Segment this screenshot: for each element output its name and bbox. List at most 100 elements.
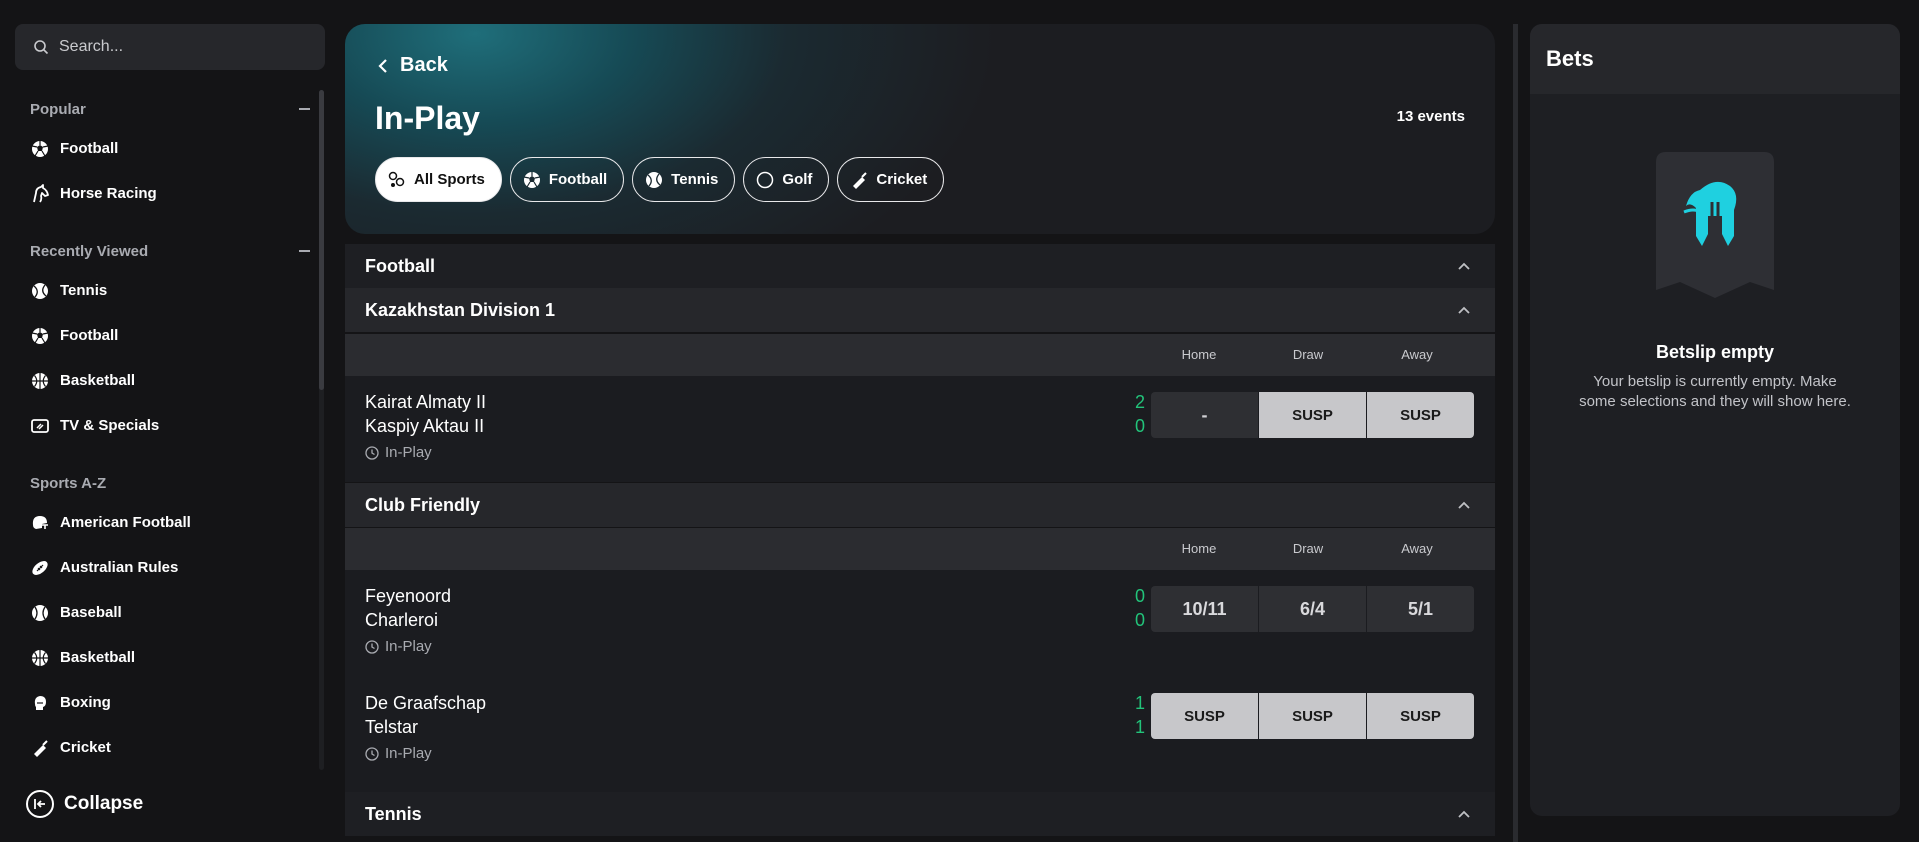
- sidebar-item-label: TV & Specials: [60, 417, 160, 434]
- odds-home[interactable]: 10/11: [1151, 586, 1258, 632]
- section-popular[interactable]: Popular: [0, 92, 320, 126]
- match-score: 0 0: [1125, 584, 1145, 632]
- odds-home[interactable]: -: [1151, 392, 1258, 438]
- filter-golf[interactable]: Golf: [743, 157, 830, 202]
- match-status: In-Play: [365, 745, 432, 762]
- sidebar-item-basketball[interactable]: Basketball: [0, 635, 320, 680]
- sidebar-item-horse-racing[interactable]: Horse Racing: [0, 171, 320, 216]
- sidebar: Popular Football Horse Racing Recently V…: [0, 0, 340, 842]
- match-row[interactable]: De Graafschap Telstar In-Play 1 1 SUSP S…: [345, 677, 1495, 805]
- betslip-header: Bets: [1530, 24, 1900, 94]
- away-team: Charleroi: [365, 610, 439, 630]
- betslip-empty-title: Betslip empty: [1655, 342, 1775, 362]
- sidebar-item-cricket[interactable]: Cricket: [0, 725, 320, 768]
- chevron-up-icon[interactable]: [1457, 498, 1471, 512]
- tv-icon: [30, 416, 50, 436]
- collapse-button[interactable]: Collapse: [26, 790, 143, 818]
- sidebar-item-football[interactable]: Football: [0, 126, 320, 171]
- odds-draw[interactable]: SUSP: [1259, 693, 1366, 739]
- filter-tennis[interactable]: Tennis: [632, 157, 736, 202]
- away-score: 0: [1134, 416, 1145, 436]
- betslip-title: Bets: [1546, 46, 1594, 71]
- league-header-kazakhstan[interactable]: Kazakhstan Division 1: [345, 288, 1495, 332]
- spartan-helmet-icon: [1650, 150, 1780, 298]
- odds-away[interactable]: SUSP: [1367, 693, 1474, 739]
- baseball-icon: [30, 603, 50, 623]
- page-title: In-Play: [375, 100, 480, 136]
- sidebar-item-baseball[interactable]: Baseball: [0, 590, 320, 635]
- back-button[interactable]: Back: [378, 54, 448, 77]
- all-sports-icon: [388, 171, 406, 189]
- filter-cricket[interactable]: Cricket: [837, 157, 945, 202]
- chevron-up-icon[interactable]: [1457, 807, 1471, 821]
- minus-icon[interactable]: [299, 108, 310, 110]
- section-title: Recently Viewed: [30, 242, 149, 260]
- collapse-icon: [26, 790, 54, 818]
- inplay-header: Back In-Play 13 events All Sports Footba…: [345, 24, 1495, 234]
- col-away: Away: [1401, 347, 1433, 362]
- sidebar-item-boxing[interactable]: Boxing: [0, 680, 320, 725]
- search-box[interactable]: [15, 24, 325, 70]
- section-title: Sports A-Z: [30, 474, 107, 492]
- filter-football[interactable]: Football: [509, 157, 625, 202]
- home-team: Kairat Almaty II: [365, 392, 487, 412]
- match-status: In-Play: [365, 444, 432, 461]
- odds-away[interactable]: SUSP: [1367, 392, 1474, 438]
- away-team: Telstar: [365, 717, 419, 737]
- sidebar-item-football[interactable]: Football: [0, 313, 320, 358]
- sidebar-item-label: Boxing: [60, 694, 111, 711]
- filter-label: Cricket: [876, 171, 928, 188]
- chevron-up-icon[interactable]: [1457, 303, 1471, 317]
- chevron-up-icon[interactable]: [1457, 259, 1471, 273]
- match-score: 2 0: [1125, 390, 1145, 438]
- league-title: Kazakhstan Division 1: [365, 299, 556, 320]
- odds-home[interactable]: SUSP: [1151, 693, 1258, 739]
- basketball-icon: [30, 648, 50, 668]
- panel-divider[interactable]: [1513, 24, 1518, 842]
- search-input[interactable]: [59, 38, 299, 56]
- market-columns: Home Draw Away: [345, 334, 1495, 376]
- sidebar-item-american-football[interactable]: American Football: [0, 500, 320, 545]
- league-header-club-friendly[interactable]: Club Friendly: [345, 483, 1495, 527]
- filter-label: Football: [548, 171, 608, 188]
- sidebar-item-australian-rules[interactable]: Australian Rules: [0, 545, 320, 590]
- sidebar-item-basketball[interactable]: Basketball: [0, 358, 320, 403]
- odds-away[interactable]: 5/1: [1367, 586, 1474, 632]
- section-sports-az[interactable]: Sports A-Z: [0, 466, 320, 500]
- home-score: 0: [1134, 586, 1145, 606]
- sidebar-item-label: Tennis: [60, 282, 108, 299]
- match-row[interactable]: Feyenoord Charleroi In-Play 0 0 10/11 6/…: [345, 570, 1495, 677]
- home-score: 2: [1134, 392, 1145, 412]
- sport-filters: All Sports Football Tennis Golf Cricket: [375, 157, 952, 202]
- clock-icon: [365, 746, 379, 761]
- sport-header-tennis[interactable]: Tennis: [345, 792, 1495, 836]
- match-score: 1 1: [1125, 691, 1145, 739]
- sidebar-item-label: Baseball: [60, 604, 122, 621]
- sidebar-item-tennis[interactable]: Tennis: [0, 268, 320, 313]
- match-row[interactable]: Kairat Almaty II Kaspiy Aktau II In-Play…: [345, 376, 1495, 482]
- sidebar-menu: Popular Football Horse Racing Recently V…: [0, 88, 320, 768]
- football-icon: [523, 171, 541, 189]
- col-away: Away: [1401, 541, 1433, 556]
- home-team: De Graafschap: [365, 693, 487, 713]
- match-teams: Kairat Almaty II Kaspiy Aktau II: [365, 390, 486, 438]
- minus-icon[interactable]: [299, 250, 310, 252]
- clock-icon: [365, 445, 379, 460]
- sidebar-item-label: Basketball: [60, 649, 136, 666]
- odds-draw[interactable]: 6/4: [1259, 586, 1366, 632]
- section-recently-viewed[interactable]: Recently Viewed: [0, 234, 320, 268]
- cricket-icon: [30, 738, 50, 758]
- boxing-glove-icon: [30, 693, 50, 713]
- match-teams: De Graafschap Telstar: [365, 691, 486, 739]
- home-score: 1: [1134, 693, 1145, 713]
- sidebar-item-tv-specials[interactable]: TV & Specials: [0, 403, 320, 448]
- sport-title: Football: [365, 255, 435, 276]
- rugby-ball-icon: [30, 558, 50, 578]
- sport-header-football[interactable]: Football: [345, 244, 1495, 288]
- odds-draw[interactable]: SUSP: [1259, 392, 1366, 438]
- away-score: 1: [1134, 717, 1145, 737]
- sidebar-item-label: American Football: [60, 514, 191, 531]
- football-icon: [30, 139, 50, 159]
- filter-all-sports[interactable]: All Sports: [375, 157, 502, 202]
- sidebar-item-label: Basketball: [60, 372, 136, 389]
